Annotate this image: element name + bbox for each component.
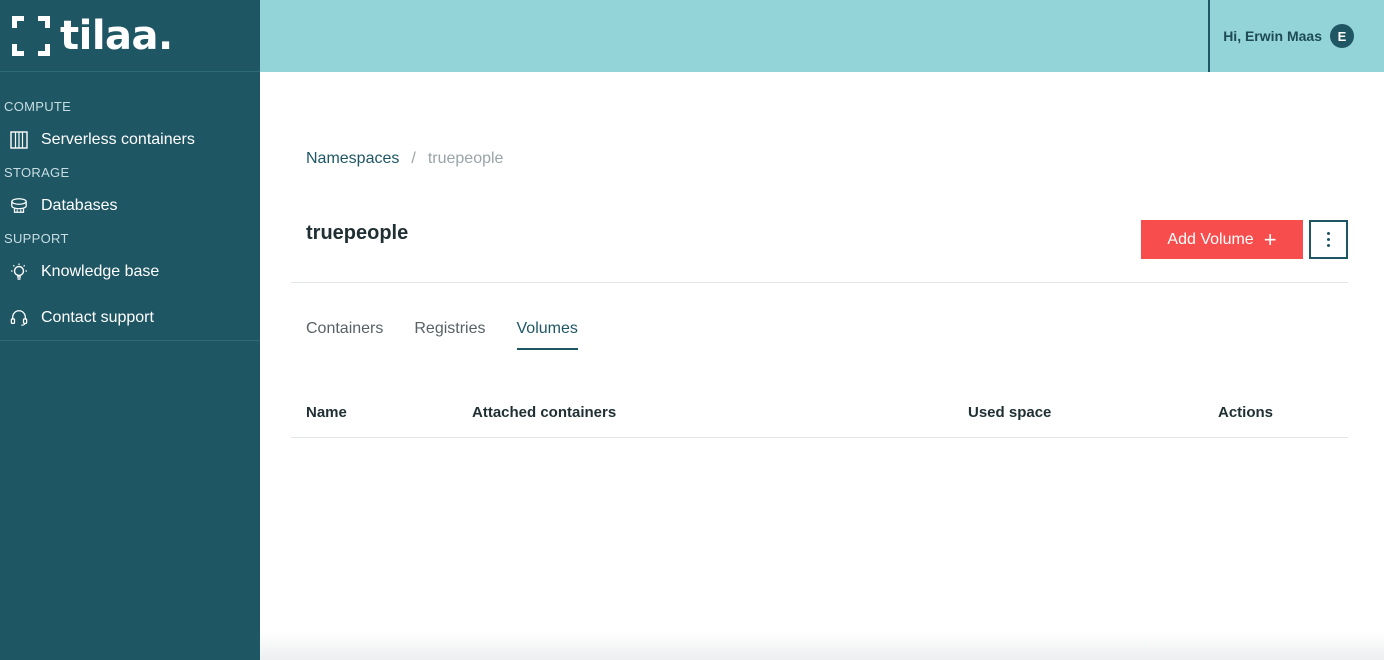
column-header-name[interactable]: Name	[306, 404, 347, 421]
kebab-menu-icon	[1327, 231, 1330, 249]
header-divider	[291, 282, 1348, 283]
topbar-divider	[1208, 0, 1210, 72]
add-volume-button-label: Add Volume	[1167, 230, 1254, 248]
breadcrumb-namespaces-link[interactable]: Namespaces	[306, 150, 399, 168]
container-grid-icon	[10, 131, 28, 149]
sidebar-item-contact-support[interactable]: Contact support	[0, 295, 260, 341]
logo[interactable]: tilaa.	[0, 0, 260, 72]
section-label-support: SUPPORT	[4, 231, 69, 246]
tilaa-logo-icon	[12, 15, 50, 56]
sidebar-item-databases[interactable]: Databases	[0, 183, 260, 229]
headset-icon	[10, 309, 28, 327]
tab-volumes[interactable]: Volumes	[516, 320, 578, 350]
table-header: Name Attached containers Used space Acti…	[291, 404, 1348, 438]
volumes-table: Name Attached containers Used space Acti…	[291, 404, 1348, 438]
tab-containers[interactable]: Containers	[306, 320, 383, 350]
sidebar-item-label: Serverless containers	[41, 131, 195, 148]
sidebar: tilaa. COMPUTE Serverless containers STO…	[0, 0, 260, 660]
user-greeting: Hi, Erwin Maas	[1223, 28, 1322, 44]
column-header-actions: Actions	[1218, 404, 1274, 421]
topbar: Hi, Erwin Maas E	[260, 0, 1384, 72]
sidebar-item-knowledge-base[interactable]: Knowledge base	[0, 249, 260, 295]
column-header-used-space[interactable]: Used space	[968, 404, 1051, 421]
logo-text: tilaa.	[60, 12, 173, 59]
section-label-storage: STORAGE	[4, 165, 70, 180]
sidebar-item-label: Contact support	[41, 308, 154, 326]
avatar[interactable]: E	[1330, 24, 1354, 48]
tab-bar: Containers Registries Volumes	[306, 320, 609, 350]
tab-registries[interactable]: Registries	[414, 320, 485, 350]
sidebar-item-serverless-containers[interactable]: Serverless containers	[0, 117, 260, 163]
add-volume-button[interactable]: Add Volume +	[1141, 220, 1303, 259]
database-icon	[10, 197, 28, 215]
page-title: truepeople	[306, 222, 409, 244]
plus-icon: +	[1263, 226, 1277, 252]
more-options-button[interactable]	[1309, 220, 1348, 259]
sidebar-item-label: Databases	[41, 197, 118, 214]
lightbulb-icon	[10, 263, 28, 281]
breadcrumb-separator: /	[411, 150, 416, 167]
sidebar-item-label: Knowledge base	[41, 263, 160, 280]
breadcrumb: Namespaces / truepeople	[306, 150, 503, 168]
main-content: Namespaces / truepeople truepeople Add V…	[260, 72, 1384, 660]
bottom-fade	[260, 632, 1384, 660]
column-header-attached-containers[interactable]: Attached containers	[472, 404, 616, 421]
user-menu[interactable]: Hi, Erwin Maas E	[1223, 24, 1354, 48]
breadcrumb-current: truepeople	[427, 150, 504, 167]
section-label-compute: COMPUTE	[4, 99, 72, 114]
